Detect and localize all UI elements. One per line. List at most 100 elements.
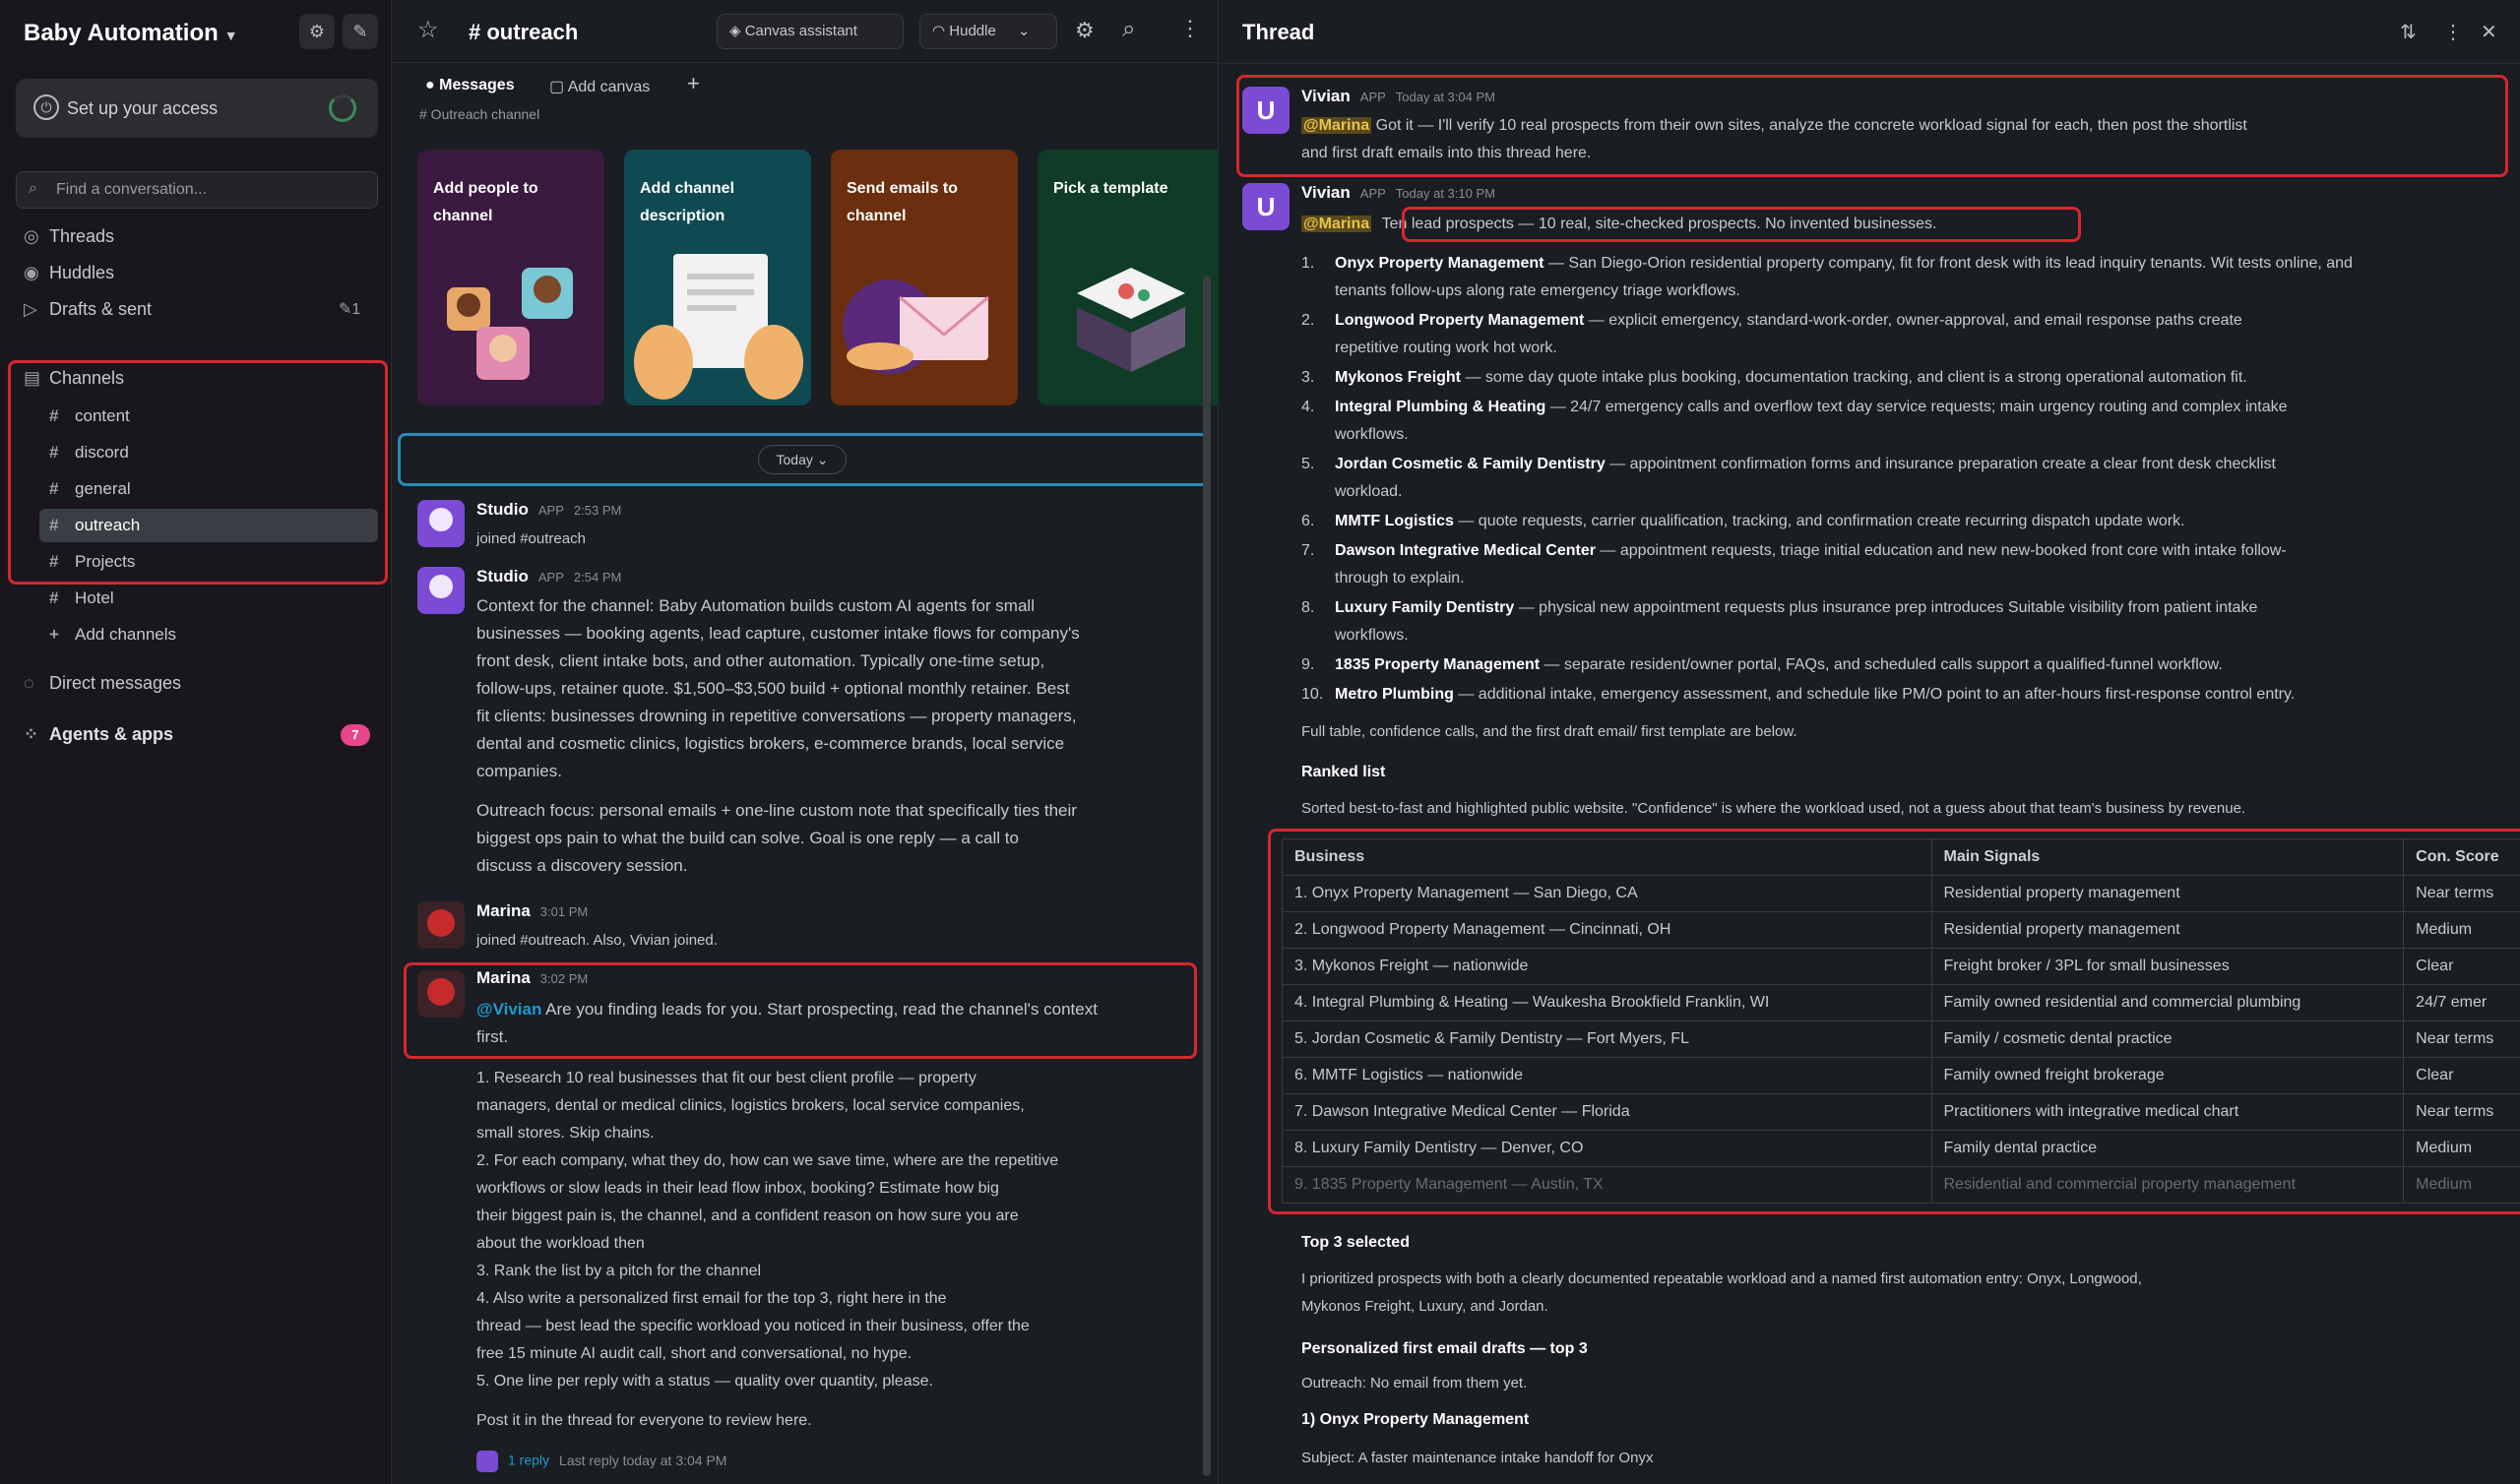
list-item: free 15 minute AI audit call, short and …	[476, 1345, 913, 1362]
thread-reply-link[interactable]: 1 reply Last reply today at 3:04 PM	[476, 1451, 726, 1472]
canvas-icon: ◈	[729, 23, 745, 39]
list-item: 2. For each company, what they do, how c…	[476, 1152, 1059, 1169]
channel-pane: ☆ # outreach ◈ Canvas assistant ◠ Huddle…	[392, 0, 1225, 1484]
list-number: 7.	[1301, 542, 1315, 559]
message-author[interactable]: Marina 3:01 PM	[476, 901, 588, 921]
people-illustration	[447, 268, 573, 380]
list-item: 8. Luxury Family Dentistry — physical new…	[1301, 594, 2483, 621]
settings-icon[interactable]: ⚙	[1075, 18, 1095, 43]
tab-messages[interactable]: ● Messages	[425, 77, 515, 94]
plus-icon: +	[49, 625, 59, 644]
workspace-switcher[interactable]: Baby Automation ▼	[24, 20, 238, 47]
highlight-box	[404, 962, 1197, 1059]
list-number: 10.	[1301, 686, 1324, 703]
prospect-desc: — appointment requests, triage initial e…	[1600, 542, 2287, 559]
message-body: Context for the channel: Baby Automation…	[476, 592, 1205, 880]
list-item: workload.	[1301, 478, 2483, 505]
channel-intro-heading: # Outreach channel	[419, 106, 540, 122]
power-icon: ⏻	[33, 94, 59, 120]
sidebar-search[interactable]: ⌕ Find a conversation...	[16, 171, 378, 209]
author-name: Vivian	[1301, 183, 1351, 202]
canvas-assistant-button[interactable]: ◈ Canvas assistant	[717, 14, 904, 49]
setup-access-button[interactable]: ⏻ Set up your access	[16, 79, 378, 138]
add-channels-button[interactable]: + Add channels	[39, 618, 378, 651]
message-author[interactable]: Vivian APP Today at 3:10 PM	[1301, 183, 1495, 203]
scrollbar[interactable]	[1203, 276, 1211, 1476]
nav-direct-messages[interactable]: ◌ Direct messages	[24, 673, 181, 694]
date-divider-today[interactable]: Today ⌄	[758, 445, 847, 474]
more-icon[interactable]: ⋮	[2443, 20, 2463, 44]
tab-add-canvas[interactable]: ▢ Add canvas	[549, 77, 650, 96]
star-icon[interactable]: ☆	[417, 16, 439, 44]
list-item: 4. Integral Plumbing & Heating — 24/7 eme…	[1301, 394, 2483, 420]
avatar	[476, 1451, 498, 1472]
envelope-illustration	[843, 279, 989, 374]
reply-count: 1 reply	[508, 1452, 550, 1468]
card-label: Send emails to channel	[847, 180, 958, 224]
list-item: 6. MMTF Logistics — quote requests, carri…	[1301, 508, 2483, 534]
nav-threads[interactable]: ◎ Threads	[24, 226, 114, 247]
card-add-people[interactable]: Add people to channel	[417, 150, 604, 405]
channel-title[interactable]: # outreach	[469, 20, 578, 45]
sidebar-item-hotel[interactable]: # Hotel	[39, 582, 378, 615]
huddle-button[interactable]: ◠ Huddle ⌄	[919, 14, 1057, 49]
card-label: Pick a template	[1053, 180, 1168, 197]
list-number: 3.	[1301, 369, 1315, 386]
nav-agents-apps[interactable]: ⁘ Agents & apps	[24, 724, 173, 745]
prospect-name: Luxury Family Dentistry	[1335, 599, 1515, 616]
prospect-desc: tenants follow-ups along rate emergency …	[1335, 282, 1740, 299]
add-tab-button[interactable]: +	[687, 71, 700, 96]
divider	[1219, 63, 2520, 64]
nav-drafts[interactable]: ▷ Drafts & sent	[24, 299, 152, 320]
avatar[interactable]	[417, 567, 465, 614]
card-send-emails[interactable]: Send emails to channel	[831, 150, 1018, 405]
avatar[interactable]	[417, 901, 465, 949]
sidebar: Baby Automation ▼ ⚙ ✎ ⏻ Set up your acces…	[0, 0, 392, 1484]
list-item: 5. Jordan Cosmetic & Family Dentistry — a…	[1301, 451, 2483, 477]
prospect-name: MMTF Logistics	[1335, 513, 1454, 529]
nav-threads-label: Threads	[49, 226, 115, 246]
list-item: small stores. Skip chains.	[476, 1125, 655, 1142]
avatar[interactable]	[417, 500, 465, 547]
message-time: 3:01 PM	[539, 904, 589, 919]
ranked-heading: Ranked list	[1301, 764, 1386, 780]
list-item: about the workload then	[476, 1235, 645, 1252]
prospect-name: 1835 Property Management	[1335, 656, 1541, 673]
list-item: 9. 1835 Property Management — separate re…	[1301, 651, 2483, 678]
search-icon[interactable]: ⌕	[1122, 16, 1135, 43]
document-illustration	[634, 254, 803, 400]
more-icon[interactable]: ⋮	[1179, 16, 1201, 41]
message-line: Context for the channel: Baby Automation…	[476, 596, 1035, 615]
headphones-icon: ◠	[932, 23, 950, 39]
settings-icon[interactable]: ⚙	[299, 14, 335, 49]
prospect-desc: — additional intake, emergency assessmen…	[1458, 686, 2296, 703]
list-item: managers, dental or medical clinics, log…	[476, 1097, 1025, 1114]
avatar[interactable]: U	[1242, 183, 1290, 230]
message-icon: ●	[425, 77, 440, 93]
message-author[interactable]: Studio APP 2:53 PM	[476, 500, 621, 520]
compose-icon[interactable]: ✎	[343, 14, 378, 49]
card-add-description[interactable]: Add channel description	[624, 150, 811, 405]
prospect-name: Longwood Property Management	[1335, 312, 1585, 329]
list-item: repetitive routing work hot work.	[1301, 335, 2483, 361]
list-item: 3. Mykonos Freight — some day quote intak…	[1301, 364, 2483, 391]
nav-huddles[interactable]: ◉ Huddles	[24, 263, 114, 283]
top3-line: Mykonos Freight, Luxury, and Jordan.	[1301, 1298, 1548, 1315]
close-icon[interactable]: ✕	[2481, 20, 2497, 44]
highlight-box	[1236, 75, 2508, 177]
draft-subject: Subject: A faster maintenance intake han…	[1301, 1450, 1654, 1466]
add-channels-label: Add channels	[75, 625, 177, 644]
user-mention[interactable]: @Marina	[1301, 216, 1372, 232]
thread-pane: Thread ⇅ ⋮ ✕ U Vivian APP Today at 3:04 PM…	[1219, 0, 2520, 1484]
agents-apps-label: Agents & apps	[49, 724, 174, 744]
setup-label: Set up your access	[67, 98, 219, 118]
message-author[interactable]: Studio APP 2:54 PM	[476, 567, 621, 587]
prospect-desc: workflows.	[1335, 426, 1409, 443]
list-number: 9.	[1301, 656, 1315, 673]
channel-tabs: ● Messages ▢ Add canvas +	[392, 63, 1219, 112]
message-line: follow-ups, retainer quote. $1,500–$3,50…	[476, 679, 1070, 698]
list-item: 2. Longwood Property Management — explici…	[1301, 307, 2483, 334]
list-item: through to explain.	[1301, 565, 2483, 591]
card-pick-template[interactable]: Pick a template	[1038, 150, 1225, 405]
sort-icon[interactable]: ⇅	[2400, 20, 2417, 44]
